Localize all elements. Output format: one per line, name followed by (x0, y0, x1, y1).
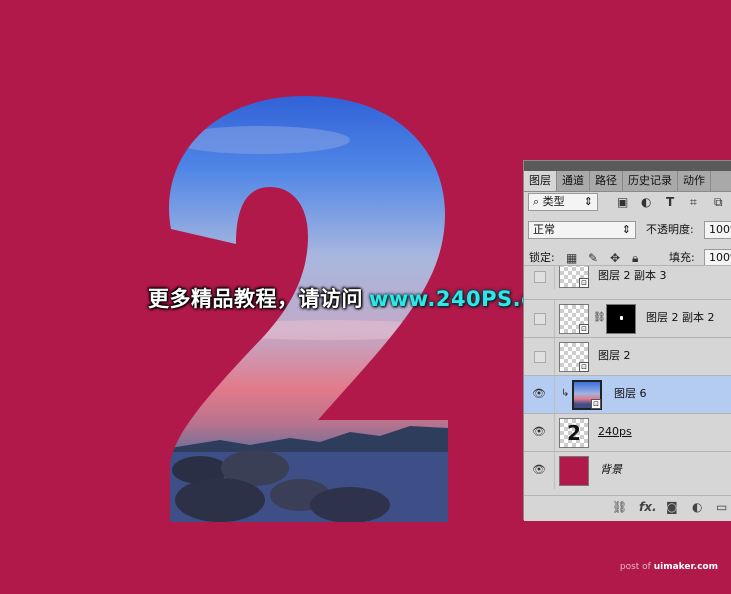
layer-row[interactable]: ⊡ ⛓ 图层 2 副本 2 (524, 299, 731, 337)
filter-kind-label: 类型 (542, 195, 565, 208)
tab-history[interactable]: 历史记录 (623, 171, 678, 191)
layer-row[interactable]: 👁︎ 2 240ps (524, 413, 731, 451)
smartobject-filter-icon[interactable]: ⧉ (714, 193, 723, 211)
type-filter-icon[interactable]: T (666, 193, 674, 211)
layer-name[interactable]: 240ps (598, 424, 632, 440)
layer-row[interactable]: ⊡ 图层 2 副本 3 (524, 265, 731, 289)
blend-mode-label: 正常 (533, 223, 555, 236)
blend-mode-select[interactable]: 正常 ⇕ (528, 221, 636, 239)
credit-site: uimaker.com (653, 562, 718, 572)
layer-thumbnail: ⊡ (559, 304, 589, 334)
layers-panel: 图层 通道 路径 历史记录 动作 ⌕ 类型 ⇕ ▣ ◐ T ⌗ ⧉ 正常 ⇕ 不… (523, 160, 731, 521)
layer-thumbnail: 2 (559, 418, 589, 448)
opacity-input[interactable]: 100% (704, 221, 731, 239)
fx-icon[interactable]: fx. (639, 500, 657, 514)
eye-icon[interactable]: 👁︎ (531, 387, 547, 401)
layer-thumbnail: ⊡ (572, 380, 602, 410)
adjustment-icon[interactable]: ◐ (692, 500, 702, 514)
layer-name[interactable]: 图层 6 (614, 386, 647, 402)
layer-name[interactable]: 图层 2 副本 3 (598, 268, 667, 284)
layer-mask-thumbnail[interactable] (606, 304, 636, 334)
filter-row: ⌕ 类型 ⇕ ▣ ◐ T ⌗ ⧉ (524, 193, 731, 221)
layer-name[interactable]: 背景 (600, 462, 622, 478)
smart-object-icon: ⊡ (591, 399, 601, 409)
folder-icon[interactable]: ▭ (716, 500, 727, 514)
clipping-arrow-icon: ↳ (561, 388, 570, 399)
panel-footer: ⛓ fx. ◙ ◐ ▭ (524, 495, 731, 521)
layer-row[interactable]: ⊡ 图层 2 (524, 337, 731, 375)
visibility-toggle[interactable] (534, 271, 546, 283)
updown-icon: ⇕ (621, 223, 631, 236)
panel-tabs: 图层 通道 路径 历史记录 动作 (524, 171, 731, 192)
layer-thumbnail (559, 456, 589, 486)
divider (554, 414, 555, 451)
divider (554, 300, 555, 337)
blend-row: 正常 ⇕ 不透明度: 100% (524, 221, 731, 249)
shape-filter-icon[interactable]: ⌗ (690, 193, 697, 211)
watermark-cn: 更多精品教程，请访问 (148, 287, 363, 311)
opacity-label: 不透明度: (646, 223, 694, 236)
eye-icon[interactable]: 👁︎ (531, 463, 547, 477)
divider (554, 266, 555, 289)
filter-kind-select[interactable]: ⌕ 类型 ⇕ (528, 193, 598, 211)
layer-thumbnail: ⊡ (559, 342, 589, 372)
layer-name[interactable]: 图层 2 副本 2 (646, 310, 715, 326)
visibility-toggle[interactable] (534, 313, 546, 325)
adjustment-filter-icon[interactable]: ◐ (641, 193, 651, 211)
panel-title-bar[interactable] (524, 161, 731, 171)
link-icon[interactable]: ⛓ (612, 500, 627, 514)
eye-icon[interactable]: 👁︎ (531, 425, 547, 439)
pixel-filter-icon[interactable]: ▣ (617, 193, 628, 211)
tab-actions[interactable]: 动作 (678, 171, 711, 191)
mask-icon[interactable]: ◙ (666, 500, 678, 514)
search-icon: ⌕ (533, 195, 540, 208)
link-mask-icon[interactable]: ⛓ (593, 312, 606, 323)
divider (554, 338, 555, 375)
layer-thumbnail: ⊡ (559, 266, 589, 288)
smart-object-icon: ⊡ (579, 324, 589, 334)
credit-text: post of uimaker.com (620, 562, 718, 572)
tab-paths[interactable]: 路径 (590, 171, 623, 191)
smart-object-icon: ⊡ (579, 278, 589, 288)
tab-layers[interactable]: 图层 (524, 171, 557, 191)
credit-prefix: post of (619, 562, 651, 572)
layer-name[interactable]: 图层 2 (598, 348, 631, 364)
divider (554, 452, 555, 489)
divider (554, 376, 555, 413)
visibility-toggle[interactable] (534, 351, 546, 363)
updown-icon: ⇕ (583, 195, 593, 208)
watermark-text: 更多精品教程，请访问 www.240PS.com (148, 283, 571, 313)
tab-channels[interactable]: 通道 (557, 171, 590, 191)
smart-object-icon: ⊡ (579, 362, 589, 372)
layer-row[interactable]: 👁︎ 背景 (524, 451, 731, 489)
layer-row-selected[interactable]: 👁︎ ↳ ⊡ 图层 6 (524, 375, 731, 413)
